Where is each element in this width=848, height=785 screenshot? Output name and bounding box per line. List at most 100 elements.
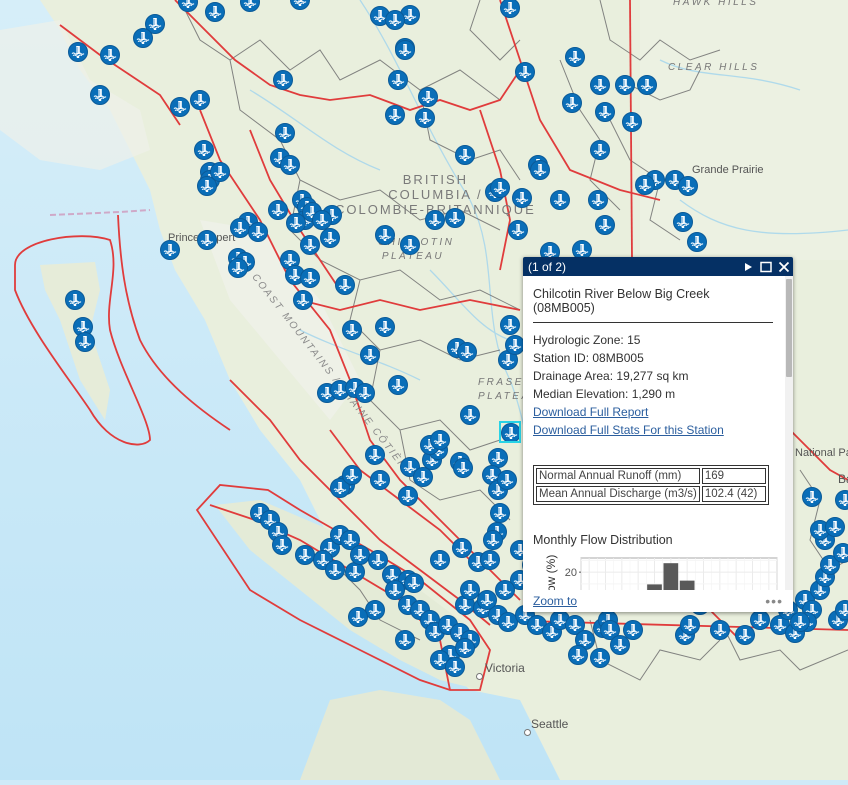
hydrometric-station-marker[interactable]	[375, 225, 395, 245]
hydrometric-station-marker[interactable]	[385, 10, 405, 30]
hydrometric-station-marker[interactable]	[590, 75, 610, 95]
hydrometric-station-marker[interactable]	[385, 105, 405, 125]
hydrometric-station-marker[interactable]	[833, 543, 848, 563]
hydrometric-station-marker[interactable]	[477, 590, 497, 610]
hydrometric-station-marker[interactable]	[460, 580, 480, 600]
hydrometric-station-marker[interactable]	[457, 342, 477, 362]
hydrometric-station-marker[interactable]	[197, 176, 217, 196]
download-full-report-link[interactable]: Download Full Report	[533, 403, 773, 421]
hydrometric-station-marker[interactable]	[350, 545, 370, 565]
hydrometric-station-marker[interactable]	[355, 383, 375, 403]
hydrometric-station-marker[interactable]	[750, 610, 770, 630]
hydrometric-station-marker[interactable]	[190, 90, 210, 110]
hydrometric-station-marker[interactable]	[133, 28, 153, 48]
hydrometric-station-marker[interactable]	[590, 140, 610, 160]
hydrometric-station-marker[interactable]	[425, 210, 445, 230]
hydrometric-station-marker[interactable]	[495, 580, 515, 600]
hydrometric-station-marker[interactable]	[365, 600, 385, 620]
hydrometric-station-marker[interactable]	[160, 240, 180, 260]
hydrometric-station-marker[interactable]	[490, 178, 510, 198]
download-full-stats-link[interactable]: Download Full Stats For this Station	[533, 421, 773, 439]
hydrometric-station-marker[interactable]	[790, 612, 810, 632]
hydrometric-station-marker[interactable]	[404, 573, 424, 593]
hydrometric-station-marker[interactable]	[197, 230, 217, 250]
hydrometric-station-marker[interactable]	[275, 123, 295, 143]
hydrometric-station-marker[interactable]	[395, 630, 415, 650]
hydrometric-station-marker[interactable]	[272, 535, 292, 555]
hydrometric-station-marker[interactable]	[370, 470, 390, 490]
hydrometric-station-marker[interactable]	[194, 140, 214, 160]
hydrometric-station-marker[interactable]	[375, 317, 395, 337]
close-button[interactable]	[775, 257, 793, 276]
hydrometric-station-marker[interactable]	[455, 638, 475, 658]
hydrometric-station-marker[interactable]	[565, 47, 585, 67]
hydrometric-station-marker[interactable]	[497, 470, 517, 490]
hydrometric-station-marker[interactable]	[68, 42, 88, 62]
hydrometric-station-marker[interactable]	[418, 87, 438, 107]
hydrometric-station-marker[interactable]	[562, 93, 582, 113]
hydrometric-station-marker[interactable]	[388, 70, 408, 90]
hydrometric-station-marker[interactable]	[300, 235, 320, 255]
hydrometric-station-marker[interactable]	[398, 486, 418, 506]
hydrometric-station-marker[interactable]	[415, 108, 435, 128]
hydrometric-station-marker[interactable]	[687, 232, 707, 252]
hydrometric-station-marker[interactable]	[325, 560, 345, 580]
hydrometric-station-marker[interactable]	[455, 145, 475, 165]
hydrometric-station-marker[interactable]	[286, 213, 306, 233]
hydrometric-station-marker[interactable]	[610, 635, 630, 655]
hydrometric-station-marker[interactable]	[835, 600, 848, 620]
maximize-button[interactable]	[757, 257, 775, 276]
hydrometric-station-marker[interactable]	[825, 517, 845, 537]
hydrometric-station-marker[interactable]	[490, 503, 510, 523]
hydrometric-station-marker[interactable]	[673, 212, 693, 232]
more-actions-button[interactable]: •••	[765, 593, 783, 609]
hydrometric-station-marker[interactable]	[590, 648, 610, 668]
hydrometric-station-marker[interactable]	[512, 188, 532, 208]
hydrometric-station-marker[interactable]	[395, 40, 415, 60]
hydrometric-station-marker[interactable]	[568, 645, 588, 665]
hydrometric-station-marker[interactable]	[230, 218, 250, 238]
hydrometric-station-marker[interactable]	[312, 210, 332, 230]
hydrometric-station-marker[interactable]	[430, 430, 450, 450]
hydrometric-station-marker[interactable]	[388, 375, 408, 395]
hydrometric-station-marker[interactable]	[100, 45, 120, 65]
hydrometric-station-marker[interactable]	[445, 208, 465, 228]
hydrometric-station-marker[interactable]	[483, 530, 503, 550]
hydrometric-station-marker[interactable]	[228, 258, 248, 278]
hydrometric-station-marker[interactable]	[205, 2, 225, 22]
hydrometric-station-marker[interactable]	[637, 75, 657, 95]
hydrometric-station-marker[interactable]	[75, 332, 95, 352]
hydrometric-station-marker[interactable]	[90, 85, 110, 105]
hydrometric-station-marker[interactable]	[400, 235, 420, 255]
next-feature-button[interactable]	[739, 257, 757, 276]
hydrometric-station-marker[interactable]	[293, 290, 313, 310]
hydrometric-station-marker[interactable]	[460, 405, 480, 425]
hydrometric-station-marker[interactable]	[65, 290, 85, 310]
hydrometric-station-marker[interactable]	[595, 215, 615, 235]
hydrometric-station-marker[interactable]	[273, 70, 293, 90]
hydrometric-station-marker[interactable]	[342, 465, 362, 485]
hydrometric-station-marker[interactable]	[802, 487, 822, 507]
hydrometric-station-marker[interactable]	[680, 615, 700, 635]
hydrometric-station-marker[interactable]	[170, 97, 190, 117]
hydrometric-station-marker[interactable]	[453, 458, 473, 478]
hydrometric-station-marker[interactable]	[505, 335, 525, 355]
hydrometric-station-marker[interactable]	[445, 657, 465, 677]
hydrometric-station-marker[interactable]	[300, 268, 320, 288]
hydrometric-station-marker[interactable]	[508, 220, 528, 240]
hydrometric-station-marker[interactable]	[295, 545, 315, 565]
hydrometric-station-marker[interactable]	[430, 550, 450, 570]
hydrometric-station-marker[interactable]	[515, 62, 535, 82]
hydrometric-station-marker[interactable]	[268, 200, 288, 220]
hydrometric-station-marker[interactable]	[348, 607, 368, 627]
hydrometric-station-marker[interactable]	[635, 175, 655, 195]
hydrometric-station-marker[interactable]	[280, 155, 300, 175]
hydrometric-station-marker[interactable]	[622, 112, 642, 132]
popup-scrollbar-thumb[interactable]	[786, 279, 792, 377]
hydrometric-station-marker[interactable]	[588, 190, 608, 210]
zoom-to-link[interactable]: Zoom to	[533, 594, 577, 608]
hydrometric-station-marker[interactable]	[413, 467, 433, 487]
hydrometric-station-marker[interactable]	[248, 222, 268, 242]
hydrometric-station-marker[interactable]	[342, 320, 362, 340]
hydrometric-station-marker[interactable]	[530, 160, 550, 180]
